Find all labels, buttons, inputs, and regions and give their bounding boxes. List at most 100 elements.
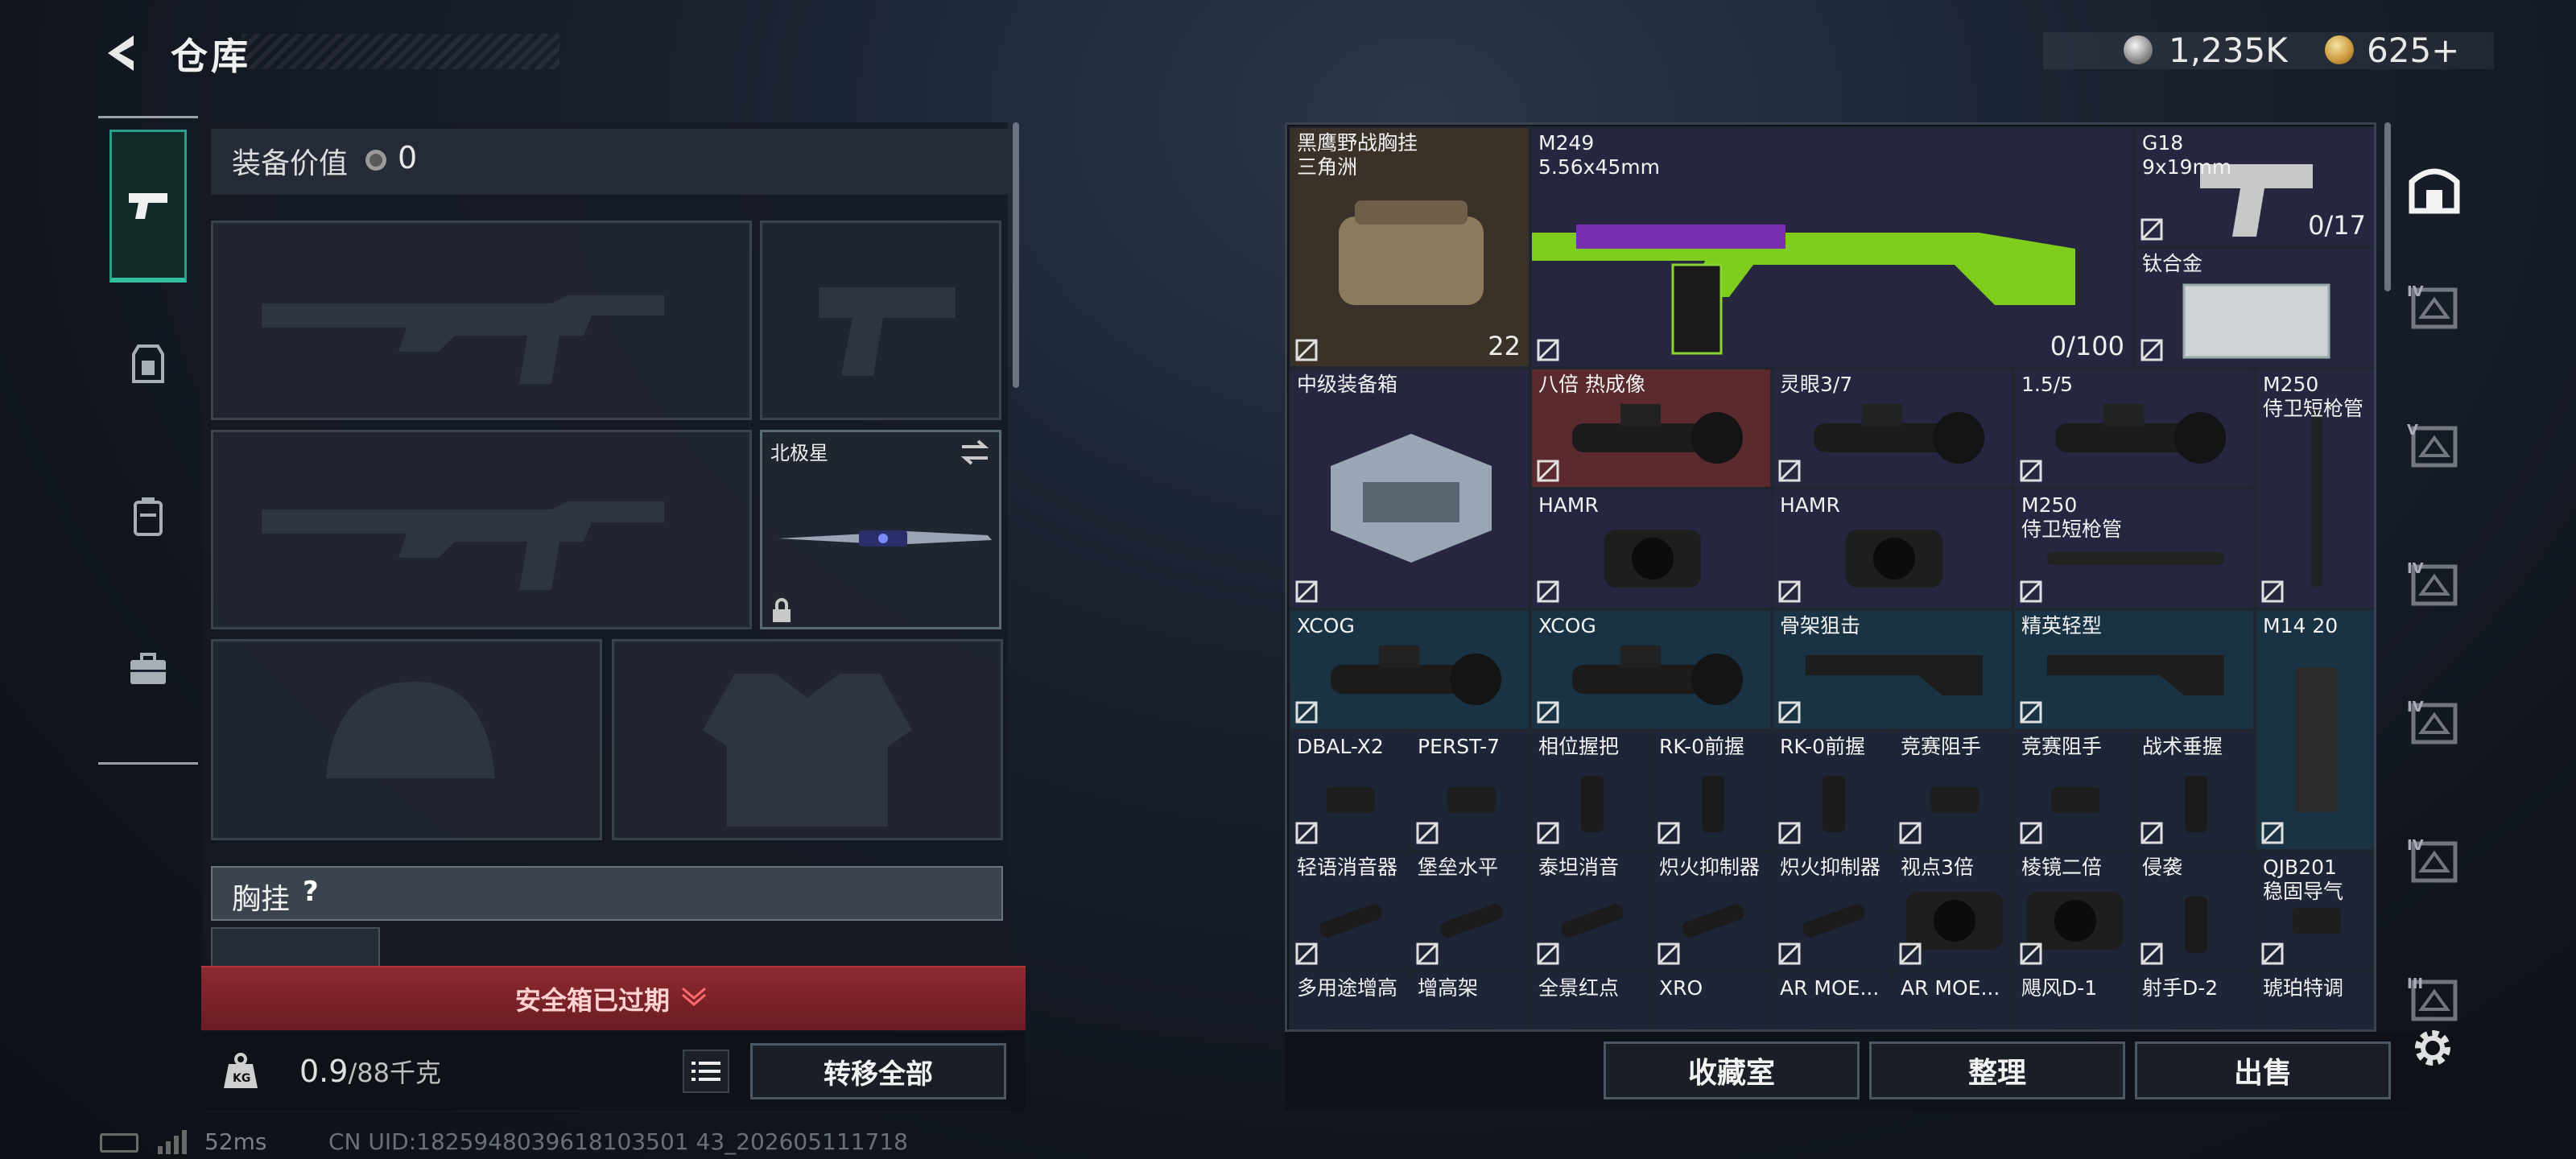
bound-lock-icon [1537,942,1559,965]
secondary-weapon-slot[interactable] [211,430,752,629]
stash-item[interactable]: 射手D-2 [2134,971,2255,1029]
tab-tier-label: IV [2407,837,2424,854]
item-image-icon [2296,667,2338,812]
stash-item[interactable]: 骨架狙击 [1772,609,2013,730]
item-name: 1.5/5 [2021,373,2074,396]
settings-button[interactable] [2409,1024,2470,1085]
ping-readout: 52ms [204,1128,267,1155]
backpack-icon [134,497,163,536]
back-arrow-icon[interactable] [97,29,145,77]
stash-item[interactable]: M14 20 [2255,609,2374,851]
stash-item[interactable]: 堡垒水平 [1410,851,1530,971]
stash-item[interactable]: 1.5/5 [2013,368,2255,489]
stash-item[interactable]: RK-0前握 [1772,730,1893,851]
item-name: 堡垒水平 [1418,856,1499,879]
help-icon[interactable]: ? [303,876,319,908]
bound-lock-icon [1537,339,1559,361]
item-name: 棱镜二倍 [2021,856,2103,879]
stash-item[interactable]: 侵袭 [2134,851,2255,971]
item-name: XCOG [1538,614,1596,637]
stash-item[interactable]: 棱镜二倍 [2013,851,2134,971]
stash-item[interactable]: M249 5.56x45mm 0/100 [1530,126,2134,368]
armor-slot[interactable] [612,639,1003,840]
tab-stash-page-5[interactable]: IV [2404,829,2465,890]
stash-item[interactable]: 八倍 热成像 [1530,368,1772,489]
stash-item[interactable]: M250 侍卫短枪管 [2255,368,2374,609]
armor-vest-icon [132,344,164,383]
stash-item[interactable]: XCOG [1289,609,1530,730]
item-name: QJB201 稳固导气 [2263,856,2344,903]
stash-item[interactable]: AR MOE... [1772,971,1893,1029]
item-name: 相位握把 [1538,735,1620,758]
primary-weapon-slot[interactable] [211,221,752,420]
bound-lock-icon [1416,822,1439,844]
item-name: G18 9x19mm [2142,131,2232,179]
stash-item[interactable]: M250 侍卫短枪管 [2013,489,2255,609]
item-name: RK-0前握 [1659,735,1745,758]
user-uid: CN UID:1825948039618103501 43_2026051117… [328,1128,908,1155]
stash-item[interactable]: XRO [1651,971,1772,1029]
collection-room-button[interactable]: 收藏室 [1604,1041,1860,1099]
bound-lock-icon [1657,822,1680,844]
tab-weapons[interactable] [109,130,187,283]
swap-icon[interactable] [959,439,991,466]
item-name: 视点3倍 [1901,856,1974,879]
item-name: XRO [1659,976,1703,1000]
tab-armor[interactable] [109,287,187,440]
stash-item[interactable]: 全景红点 [1530,971,1651,1029]
stash-item[interactable]: XCOG [1530,609,1772,730]
tab-backpack[interactable] [109,440,187,593]
stash-item[interactable]: 中级装备箱 [1289,368,1530,609]
stash-item[interactable]: 炽火抑制器 [1651,851,1772,971]
stash-item[interactable]: 多用途增高 [1289,971,1410,1029]
melee-slot[interactable]: 北极星 [760,430,1001,629]
item-name: 多用途增高 [1297,976,1398,1000]
stash-item[interactable]: QJB201 稳固导气 [2255,851,2374,971]
stash-item[interactable]: 增高架 [1410,971,1530,1029]
pistol-slot[interactable] [760,221,1001,420]
equipment-value: 0 [398,140,418,175]
currency-gold-amount[interactable]: 625+ [2367,31,2459,70]
stash-item[interactable]: 视点3倍 [1893,851,2013,971]
stash-item[interactable]: 轻语消音器 [1289,851,1410,971]
helmet-slot[interactable] [211,639,602,840]
sell-button[interactable]: 出售 [2135,1041,2391,1099]
stash-item[interactable]: DBAL-X2 [1289,730,1410,851]
stash-item[interactable]: G18 9x19mm 0/17 [2134,126,2374,247]
tab-stash-page-1[interactable]: IV [2404,275,2465,336]
stash-item[interactable]: 灵眼3/7 [1772,368,2013,489]
stash-item[interactable]: 精英轻型 [2013,609,2255,730]
rifle-silhouette-icon [262,295,664,384]
tab-tier-label: IV [2407,699,2424,716]
item-name: 中级装备箱 [1297,373,1398,396]
sort-button[interactable]: 整理 [1869,1041,2125,1099]
safebox-status: 安全箱已过期 [515,985,671,1016]
tab-stash-page-4[interactable]: IV [2404,691,2465,752]
item-name: PERST-7 [1418,735,1501,758]
chevron-down-icon[interactable] [679,985,708,1006]
lock-icon [773,598,791,622]
stash-item[interactable]: RK-0前握 [1651,730,1772,851]
tab-stash-page-3[interactable]: IV [2404,552,2465,613]
stash-item[interactable]: AR MOE... [1893,971,2013,1029]
stash-item[interactable]: 钛合金 [2134,247,2374,368]
transfer-all-button[interactable]: 转移全部 [750,1043,1006,1099]
stash-item[interactable]: 竞赛阻手 [1893,730,2013,851]
stash-item[interactable]: HAMR [1772,489,2013,609]
stash-item[interactable]: 泰坦消音 [1530,851,1651,971]
stash-item[interactable]: 飓风D-1 [2013,971,2134,1029]
tab-stash-page-2[interactable]: V [2404,414,2465,475]
tab-case[interactable] [109,593,187,746]
stash-item[interactable]: 黑鹰野战胸挂 三角洲 22 [1289,126,1530,368]
stash-item[interactable]: 战术垂握 [2134,730,2255,851]
equipment-scrollbar[interactable] [1013,122,1019,388]
stash-item[interactable]: 炽火抑制器 [1772,851,1893,971]
stash-item[interactable]: 竞赛阻手 [2013,730,2134,851]
stash-item[interactable]: PERST-7 [1410,730,1530,851]
stash-item[interactable]: 相位握把 [1530,730,1651,851]
stash-item[interactable]: 琥珀特调 [2255,971,2374,1029]
tab-stash-page-6[interactable]: III [2404,967,2465,1029]
list-view-button[interactable] [683,1050,729,1093]
tab-stash-home[interactable] [2404,158,2465,219]
stash-item[interactable]: HAMR [1530,489,1772,609]
